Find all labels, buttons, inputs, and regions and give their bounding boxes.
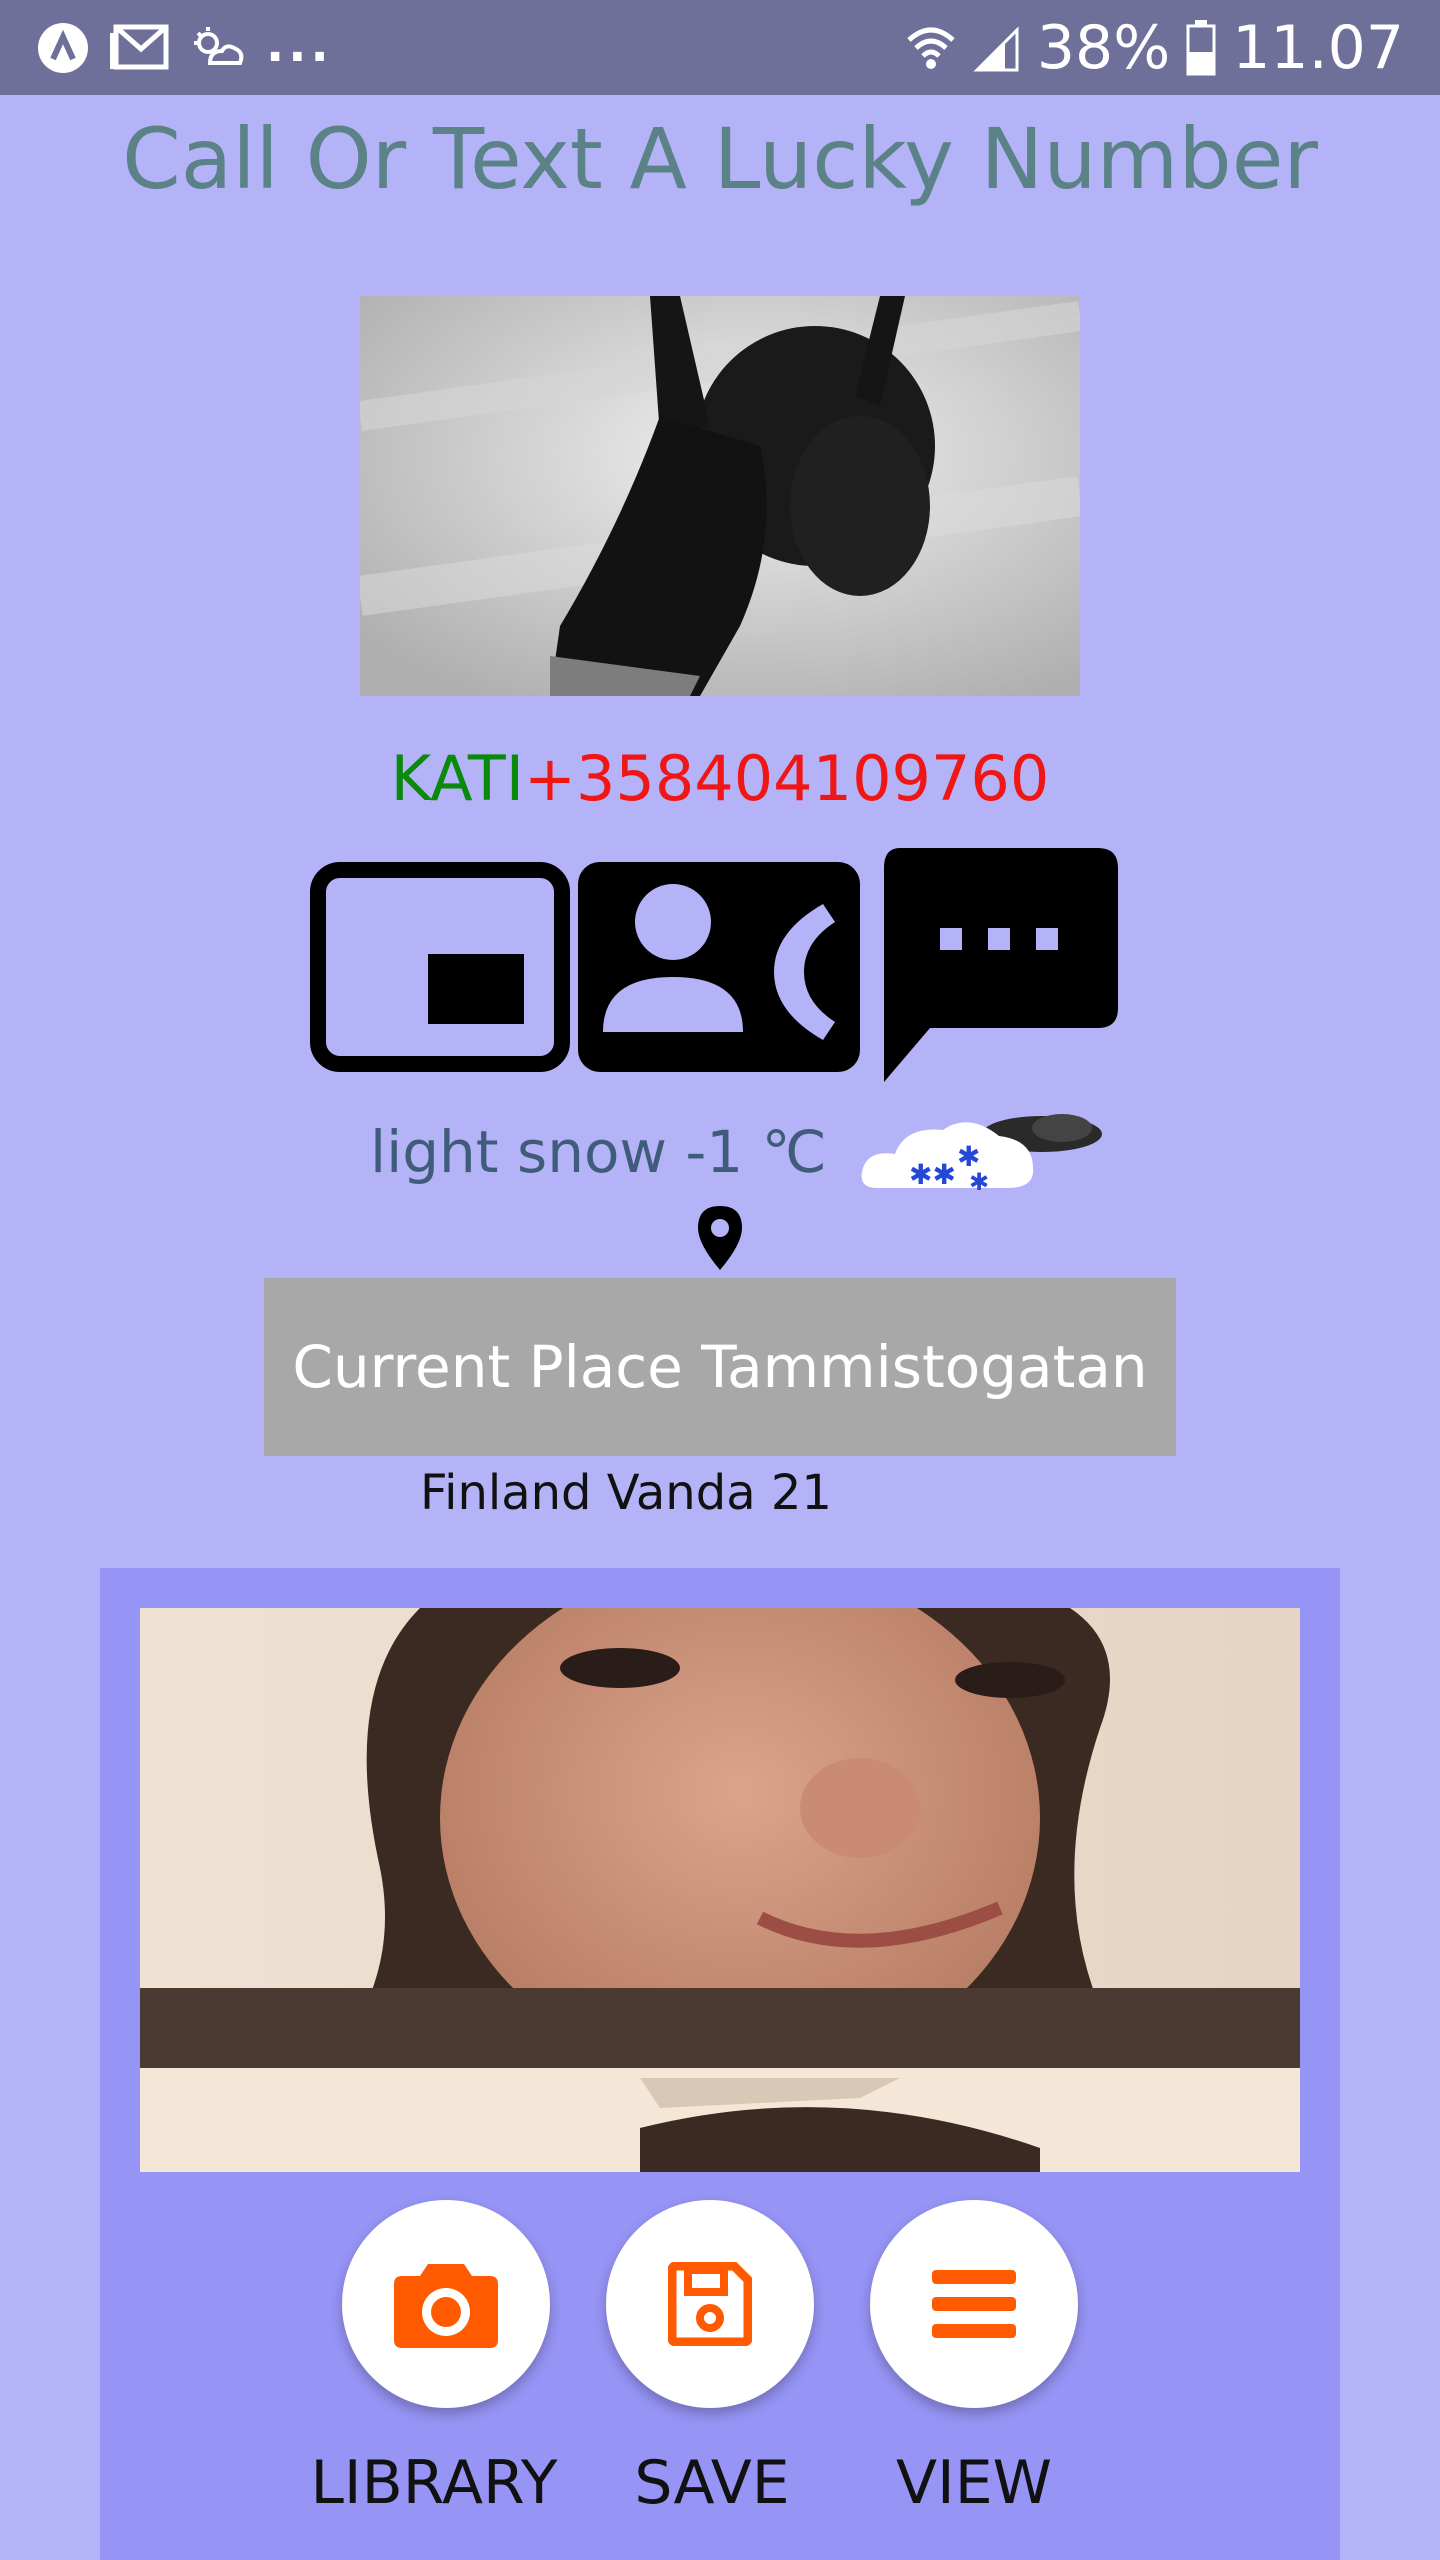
contact-phone-icon[interactable] <box>578 862 860 1072</box>
status-overflow: ... <box>266 17 333 73</box>
hero-image <box>360 296 1080 696</box>
weather-row: light snow -1 ℃ ✱✱ ✱ ✱ <box>370 1112 1107 1194</box>
location-pin-icon <box>698 1206 742 1270</box>
status-bar: ... 38% 11.07 <box>0 0 1440 95</box>
weather-text: light snow -1 ℃ <box>370 1118 827 1186</box>
menu-icon <box>932 2270 1016 2338</box>
weather-sync-icon <box>194 27 244 65</box>
dancer-photo <box>360 296 1080 696</box>
clock: 11.07 <box>1232 13 1404 83</box>
battery-icon <box>1186 20 1216 76</box>
signal-icon <box>973 26 1019 72</box>
view-label[interactable]: VIEW <box>844 2448 1104 2518</box>
page-title: Call Or Text A Lucky Number <box>122 110 1318 208</box>
gmail-icon <box>110 24 169 70</box>
camera-icon <box>394 2264 498 2348</box>
svg-text:✱: ✱ <box>969 1168 989 1194</box>
library-label[interactable]: LIBRARY <box>304 2448 564 2518</box>
save-button[interactable] <box>606 2200 814 2408</box>
child-face-photo <box>140 1608 1300 2172</box>
save-label[interactable]: SAVE <box>582 2448 842 2518</box>
video-call-icon[interactable] <box>310 862 570 1072</box>
current-place-button[interactable]: Current Place Tammistogatan <box>264 1278 1176 1456</box>
contact-actions <box>0 848 1440 1088</box>
battery-percent: 38% <box>1036 13 1171 83</box>
assistant-icon <box>38 23 88 73</box>
contact-line: KATI+358404109760 <box>0 742 1440 815</box>
contact-name: KATI <box>390 742 524 815</box>
snow-cloud-icon: ✱✱ ✱ ✱ <box>861 1114 1102 1194</box>
selfie-photo <box>140 1608 1300 2172</box>
save-icon <box>668 2262 752 2346</box>
address-text: Finland Vanda 21 <box>420 1465 832 1521</box>
view-button[interactable] <box>870 2200 1078 2408</box>
message-icon[interactable] <box>880 848 1118 1084</box>
contact-number[interactable]: +358404109760 <box>524 742 1049 815</box>
library-button[interactable] <box>342 2200 550 2408</box>
status-bar-left: ... <box>36 17 333 74</box>
status-bar-right: 38% 11.07 <box>905 13 1404 83</box>
wifi-icon <box>907 27 955 69</box>
svg-text:✱✱: ✱✱ <box>909 1158 956 1191</box>
